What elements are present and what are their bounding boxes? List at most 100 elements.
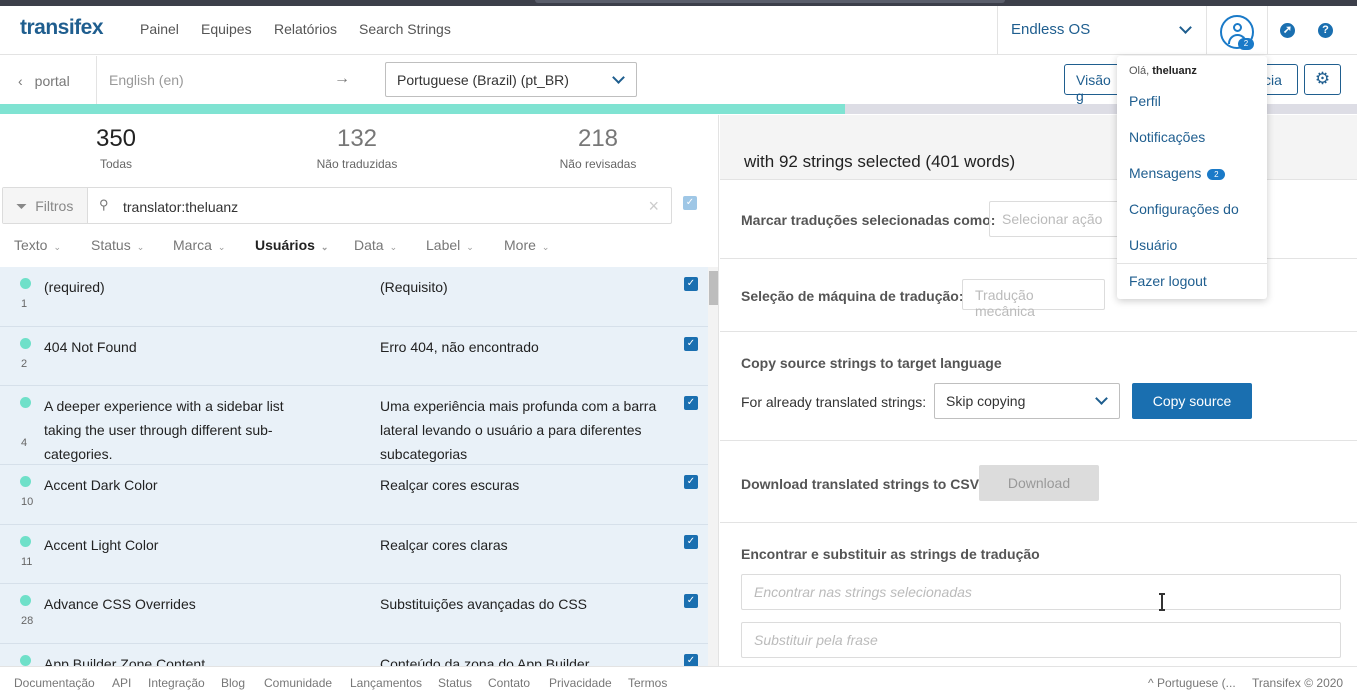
compass-icon[interactable]: ➚ — [1280, 23, 1295, 38]
facet-marca[interactable]: Marca ⌄ — [173, 237, 225, 253]
chevron-down-icon: ⌄ — [53, 242, 62, 252]
nav-link-painel[interactable]: Painel — [140, 21, 179, 37]
stat-all[interactable]: 350 Todas — [36, 125, 196, 171]
facet-label-filter[interactable]: Label ⌄ — [426, 237, 474, 253]
stat-value: 132 — [336, 125, 378, 152]
translation-string: Realçar cores claras — [380, 537, 508, 553]
source-string: Accent Dark Color — [44, 477, 158, 493]
list-item[interactable]: App Builder Zone Content Conteúdo da zon… — [0, 644, 708, 666]
list-item[interactable]: 404 Not Found Erro 404, não encontrado 2… — [0, 327, 708, 386]
user-menu-dropdown: Olá, theluanz Perfil Notificações Mensag… — [1117, 56, 1267, 299]
view-button[interactable]: Visão g — [1064, 64, 1124, 104]
status-dot — [20, 397, 31, 408]
footer-link-blog[interactable]: Blog — [221, 676, 245, 690]
project-selector[interactable]: Endless OS — [997, 6, 1207, 55]
find-input[interactable]: Encontrar nas strings selecionadas — [741, 574, 1341, 610]
row-checkbox[interactable]: ✓ — [684, 475, 698, 489]
window-tab-edge — [535, 0, 1005, 3]
facet-label: More — [504, 237, 536, 253]
stat-value: 218 — [577, 125, 619, 152]
footer-language-selector[interactable]: ^ Portuguese (... — [1148, 676, 1236, 690]
nav-link-relatorios[interactable]: Relatórios — [274, 21, 337, 37]
footer-link-integration[interactable]: Integração — [148, 676, 205, 690]
menu-item-notifications[interactable]: Notificações — [1129, 129, 1205, 145]
menu-item-messages[interactable]: Mensagens 2 — [1129, 165, 1226, 181]
facet-label: Status — [91, 237, 131, 253]
stat-unreviewed[interactable]: 218 Não revisadas — [518, 125, 678, 171]
status-dot — [20, 476, 31, 487]
nav-link-search-strings[interactable]: Search Strings — [359, 21, 451, 37]
nav-link-equipes[interactable]: Equipes — [201, 21, 252, 37]
facet-label: Data — [354, 237, 384, 253]
download-button[interactable]: Download — [979, 465, 1099, 501]
row-checkbox[interactable]: ✓ — [684, 337, 698, 351]
menu-item-settings[interactable]: Configurações do — [1129, 201, 1239, 217]
clear-icon[interactable]: × — [648, 196, 659, 217]
list-scrollbar[interactable] — [708, 267, 718, 666]
row-checkbox[interactable]: ✓ — [684, 594, 698, 608]
messages-count-badge: 2 — [1207, 168, 1226, 180]
footer-link-api[interactable]: API — [112, 676, 131, 690]
user-avatar-icon[interactable]: 2 — [1220, 15, 1254, 50]
back-link[interactable]: ‹ portal — [18, 73, 70, 89]
chevron-down-icon — [1095, 392, 1108, 405]
row-checkbox[interactable]: ✓ — [684, 396, 698, 410]
filters-button[interactable]: ⏷ Filtros — [3, 188, 88, 223]
download-section: Download translated strings to CSV: Down… — [720, 441, 1357, 523]
stat-label: Não traduzidas — [316, 157, 398, 171]
replace-input[interactable]: Substituir pela frase — [741, 622, 1341, 658]
facet-texto[interactable]: Texto ⌄ — [14, 237, 61, 253]
footer-link-community[interactable]: Comunidade — [264, 676, 332, 690]
translation-string: (Requisito) — [380, 279, 448, 295]
string-number: 10 — [21, 496, 34, 508]
source-string: App Builder Zone Content — [44, 656, 206, 666]
transifex-logo[interactable]: transifex — [20, 16, 104, 40]
copy-mode-select[interactable]: Skip copying — [934, 383, 1120, 419]
facet-more[interactable]: More ⌄ — [504, 237, 549, 253]
notification-badge: 2 — [1238, 38, 1254, 50]
arrow-right-icon: → — [334, 70, 350, 87]
facet-usuarios[interactable]: Usuários ⌄ — [255, 237, 328, 253]
nav-divider — [1267, 6, 1268, 55]
row-checkbox[interactable]: ✓ — [684, 654, 698, 666]
status-dot — [20, 595, 31, 606]
filter-bar: ⏷ Filtros ⚲ translator:theluanz × — [2, 187, 672, 224]
footer-link-status[interactable]: Status — [438, 676, 472, 690]
list-item[interactable]: Accent Dark Color Realçar cores escuras … — [0, 465, 708, 525]
mt-label: Seleção de máquina de tradução: — [741, 288, 964, 304]
list-item[interactable]: A deeper experience with a sidebar list … — [0, 386, 708, 465]
scrollbar-thumb[interactable] — [709, 271, 718, 305]
footer-link-releases[interactable]: Lançamentos — [350, 676, 422, 690]
mt-select[interactable]: Tradução mecânica — [962, 279, 1105, 319]
help-icon[interactable]: ? — [1318, 23, 1333, 38]
menu-item-settings-user[interactable]: Usuário — [1129, 237, 1177, 253]
select-all-checkbox[interactable]: ✓ — [683, 196, 697, 210]
row-checkbox[interactable]: ✓ — [684, 535, 698, 549]
footer-link-docs[interactable]: Documentação — [14, 676, 95, 690]
mark-action-select[interactable]: Selecionar ação — [989, 201, 1129, 237]
target-language-select[interactable]: Portuguese (Brazil) (pt_BR) — [385, 62, 637, 97]
copy-source-button[interactable]: Copy source — [1132, 383, 1252, 419]
footer-link-terms[interactable]: Termos — [628, 676, 667, 690]
facet-status[interactable]: Status ⌄ — [91, 237, 144, 253]
list-item[interactable]: (required) (Requisito) 1 ✓ — [0, 267, 708, 327]
copy-title: Copy source strings to target language — [741, 355, 1002, 371]
translation-string: Substituições avançadas do CSS — [380, 596, 588, 612]
list-item[interactable]: Accent Light Color Realçar cores claras … — [0, 525, 708, 584]
chevron-down-icon — [1179, 21, 1192, 34]
settings-gear-icon[interactable]: ⚙ — [1304, 64, 1341, 95]
row-checkbox[interactable]: ✓ — [684, 277, 698, 291]
footer-link-privacy[interactable]: Privacidade — [549, 676, 612, 690]
facet-data[interactable]: Data ⌄ — [354, 237, 397, 253]
list-item[interactable]: Advance CSS Overrides Substituições avan… — [0, 584, 708, 644]
menu-item-logout[interactable]: Fazer logout — [1129, 273, 1207, 289]
chevron-down-icon: ⌄ — [389, 242, 398, 252]
target-language-label: Portuguese (Brazil) (pt_BR) — [397, 72, 569, 88]
menu-item-profile[interactable]: Perfil — [1129, 93, 1161, 109]
search-query-input[interactable]: translator:theluanz — [123, 199, 238, 215]
copy-label: For already translated strings: — [741, 394, 927, 410]
footer-link-contact[interactable]: Contato — [488, 676, 530, 690]
text-cursor-icon — [1159, 593, 1165, 611]
stat-untranslated[interactable]: 132 Não traduzidas — [277, 125, 437, 171]
string-number: 1 — [21, 298, 28, 310]
